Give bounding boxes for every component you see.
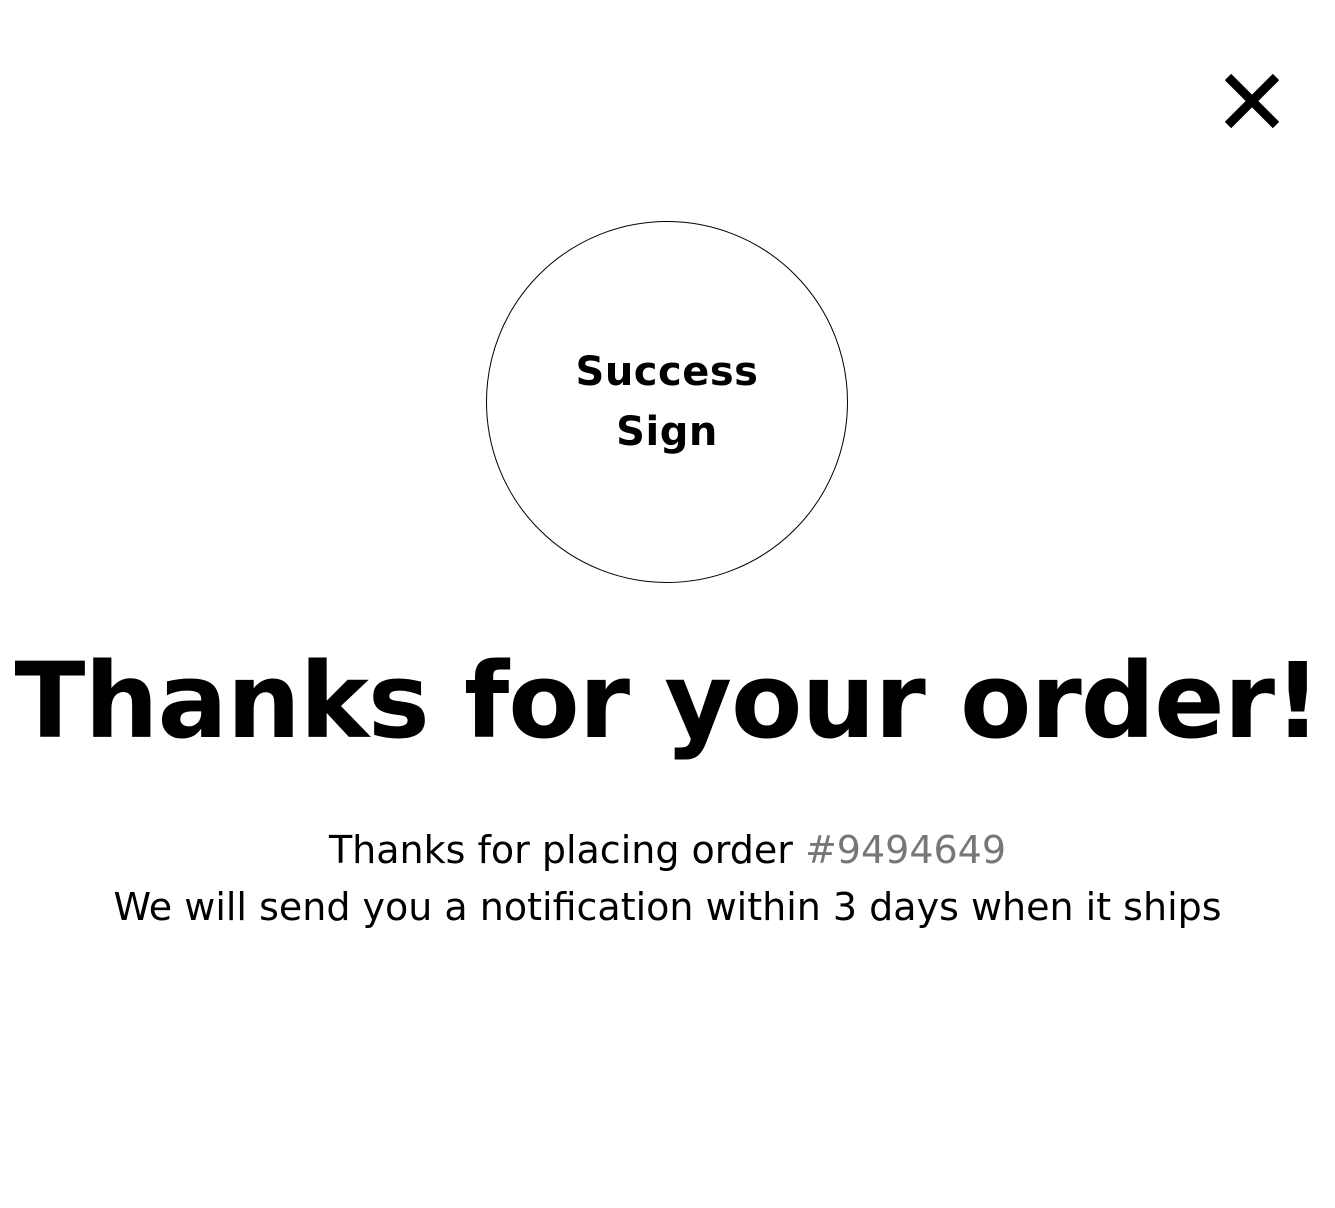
- order-placed-line: Thanks for placing order #9494649: [0, 822, 1335, 879]
- close-button[interactable]: [1222, 70, 1282, 132]
- order-placed-text: Thanks for placing order: [328, 828, 805, 872]
- confirmation-message: Thanks for placing order #9494649 We wil…: [0, 822, 1335, 936]
- success-sign-line2: Sign: [616, 409, 718, 455]
- success-sign-placeholder: Success Sign: [486, 221, 848, 583]
- close-icon: [1225, 74, 1279, 128]
- order-number: #9494649: [804, 828, 1007, 872]
- notification-text: We will send you a notification within 3…: [113, 885, 1222, 929]
- page-title: Thanks for your order!: [14, 640, 1322, 762]
- success-sign-line1: Success: [575, 349, 759, 395]
